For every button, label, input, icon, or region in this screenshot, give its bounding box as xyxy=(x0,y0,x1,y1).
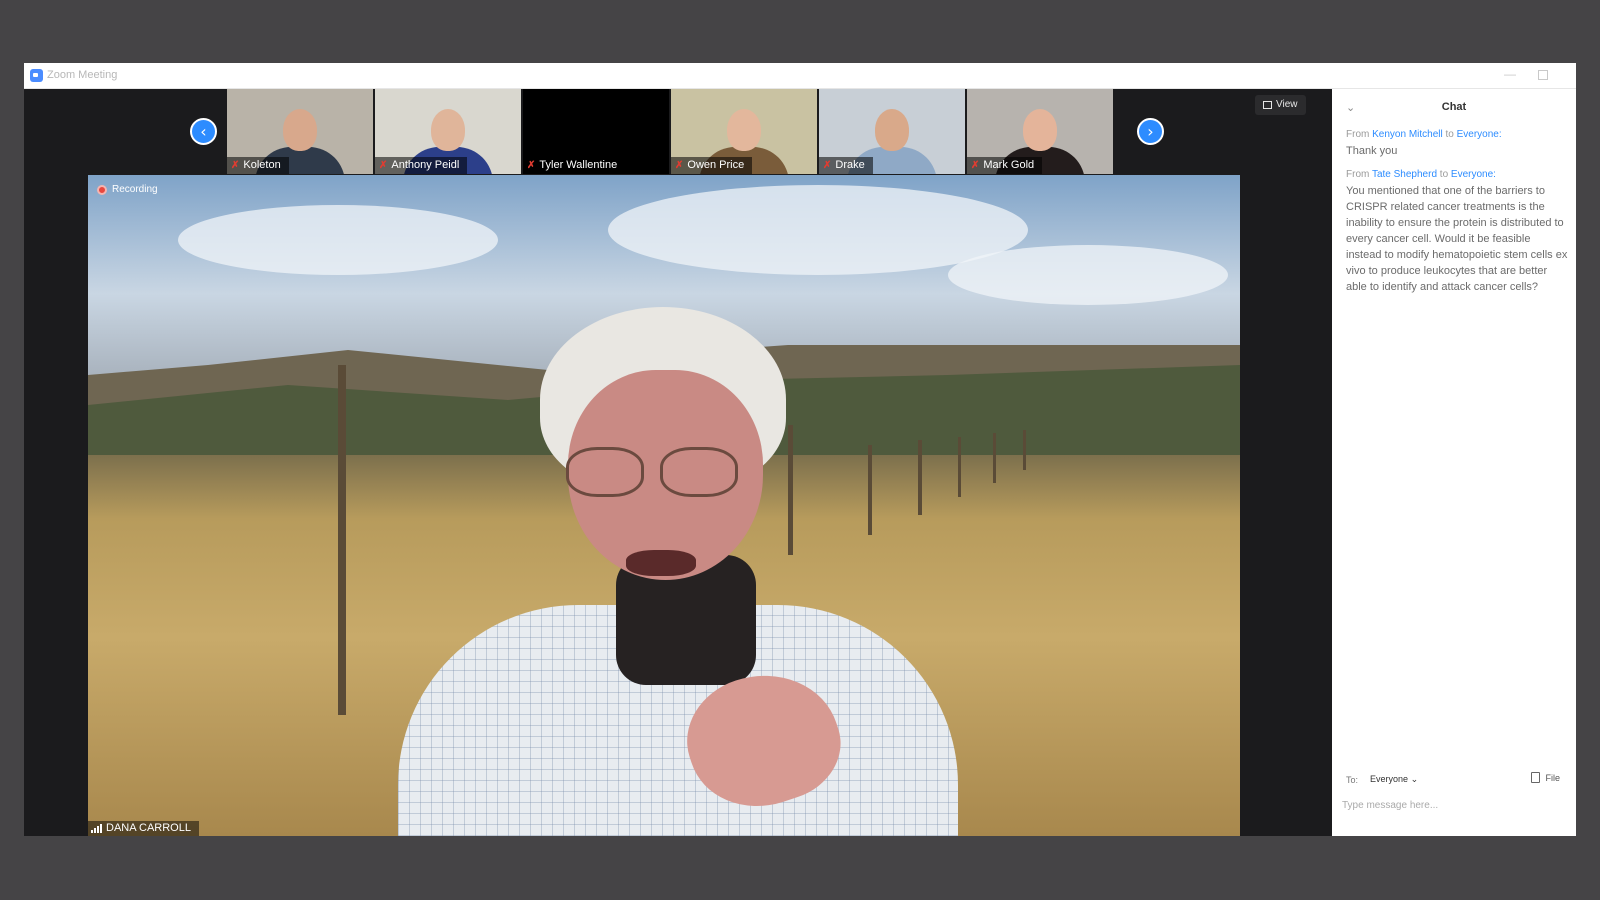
speaker-name: DANA CARROLL xyxy=(106,822,191,834)
participant-name: Koleton xyxy=(243,159,281,171)
participant-name: Drake xyxy=(835,159,865,171)
participant-name: Mark Gold xyxy=(983,159,1035,171)
participant-head xyxy=(1023,109,1057,151)
participant-name-tag: ✗ Mark Gold xyxy=(967,157,1043,174)
active-speaker-video[interactable]: Recording DANA CARROLL xyxy=(88,175,1240,836)
participant-name: Tyler Wallentine xyxy=(539,159,618,171)
fence-post xyxy=(918,440,922,515)
from-label: From xyxy=(1346,129,1370,140)
minimize-icon[interactable]: — xyxy=(1504,68,1516,81)
file-icon xyxy=(1531,772,1541,783)
zoom-logo-icon xyxy=(30,69,43,82)
fence-post xyxy=(1023,430,1026,470)
fence-post xyxy=(958,437,961,497)
cloud xyxy=(178,205,498,275)
mic-muted-icon: ✗ xyxy=(675,160,684,171)
participant-strip: ✗ Koleton ✗ Anthony Peidl ✗ Tyler Wallentine ✗… xyxy=(227,89,1113,174)
participant-tile[interactable]: ✗ Koleton xyxy=(227,89,373,174)
sender-name[interactable]: Tate Shepherd xyxy=(1372,169,1437,180)
recipient-dropdown[interactable]: Everyone ⌄ xyxy=(1370,774,1418,785)
chat-title: Chat xyxy=(1441,101,1467,113)
recipient-name: Everyone: xyxy=(1456,129,1502,140)
glasses-icon xyxy=(566,447,644,497)
chat-message-list: From Kenyon Mitchell to Everyone: Thank y… xyxy=(1346,129,1568,305)
recording-label: Recording xyxy=(112,184,158,195)
participant-tile[interactable]: ✗ Mark Gold xyxy=(967,89,1113,174)
participant-name-tag: ✗ Tyler Wallentine xyxy=(523,157,626,174)
mic-muted-icon: ✗ xyxy=(823,160,832,171)
chat-message-meta: From Tate Shepherd to Everyone: xyxy=(1346,169,1568,180)
participant-name: Anthony Peidl xyxy=(391,159,460,171)
to-label: To: xyxy=(1346,774,1359,785)
title-bar: Zoom Meeting — xyxy=(24,63,1576,89)
view-button[interactable]: View xyxy=(1255,95,1306,115)
mic-muted-icon: ✗ xyxy=(527,160,536,171)
chat-panel: ⌄ Chat From Kenyon Mitchell to Everyone:… xyxy=(1332,89,1576,836)
grid-icon xyxy=(1263,101,1272,109)
maximize-icon[interactable] xyxy=(1538,70,1548,80)
recording-indicator: Recording xyxy=(97,184,158,195)
chevron-down-icon: ⌄ xyxy=(1410,774,1419,784)
window-title: Zoom Meeting xyxy=(47,69,118,81)
participant-name: Owen Price xyxy=(687,159,745,171)
signal-strength-icon xyxy=(91,824,102,833)
chat-message-input[interactable] xyxy=(1342,794,1564,816)
view-button-label: View xyxy=(1276,99,1298,110)
participant-tile[interactable]: ✗ Owen Price xyxy=(671,89,817,174)
chat-header: ⌄ Chat xyxy=(1332,89,1576,127)
fence-post xyxy=(993,433,996,483)
cloud xyxy=(948,245,1228,305)
participant-head xyxy=(727,109,761,151)
participant-tile[interactable]: ✗ Anthony Peidl xyxy=(375,89,521,174)
from-label: From xyxy=(1346,169,1370,180)
fence-post xyxy=(338,365,346,715)
chat-message: From Tate Shepherd to Everyone: You menti… xyxy=(1346,169,1568,295)
sender-name[interactable]: Kenyon Mitchell xyxy=(1372,129,1443,140)
speaker-mouth xyxy=(626,550,696,576)
participant-head xyxy=(283,109,317,151)
participant-name-tag: ✗ Koleton xyxy=(227,157,289,174)
chevron-right-icon[interactable]: › xyxy=(1137,118,1164,145)
recipient-name: Everyone: xyxy=(1450,169,1496,180)
video-stage: ‹ ✗ Koleton ✗ Anthony Peidl ✗ Tyler Wallentin… xyxy=(24,89,1331,836)
to-word: to xyxy=(1439,169,1449,180)
recipient-value: Everyone xyxy=(1370,774,1409,784)
participant-head xyxy=(875,109,909,151)
participant-head xyxy=(431,109,465,151)
glasses-icon xyxy=(660,447,738,497)
chat-footer: To: Everyone ⌄ File xyxy=(1332,768,1576,836)
speaker-name-tag: DANA CARROLL xyxy=(88,821,199,836)
chat-message-text: Thank you xyxy=(1346,145,1398,157)
recipient-row: To: Everyone ⌄ xyxy=(1346,774,1418,785)
participant-name-tag: ✗ Anthony Peidl xyxy=(375,157,468,174)
record-icon xyxy=(97,184,107,195)
participant-tile[interactable]: ✗ Drake xyxy=(819,89,965,174)
file-button-label: File xyxy=(1545,772,1560,783)
chat-message: From Kenyon Mitchell to Everyone: Thank y… xyxy=(1346,129,1568,159)
fence-post xyxy=(788,425,793,555)
mic-muted-icon: ✗ xyxy=(971,160,980,171)
participant-name-tag: ✗ Owen Price xyxy=(671,157,753,174)
mic-muted-icon: ✗ xyxy=(231,160,240,171)
participant-name-tag: ✗ Drake xyxy=(819,157,873,174)
to-word: to xyxy=(1445,129,1454,140)
mic-muted-icon: ✗ xyxy=(379,160,388,171)
participant-head xyxy=(579,109,613,151)
zoom-window: Zoom Meeting — ‹ ✗ Koleton ✗ Anthony Peidl ✗… xyxy=(24,63,1576,836)
file-button[interactable]: File xyxy=(1531,772,1560,783)
fence-post xyxy=(868,445,872,535)
chat-message-text: You mentioned that one of the barriers t… xyxy=(1346,185,1568,293)
chevron-left-icon[interactable]: ‹ xyxy=(190,118,217,145)
participant-tile[interactable]: ✗ Tyler Wallentine xyxy=(523,89,669,174)
chat-message-meta: From Kenyon Mitchell to Everyone: xyxy=(1346,129,1568,140)
